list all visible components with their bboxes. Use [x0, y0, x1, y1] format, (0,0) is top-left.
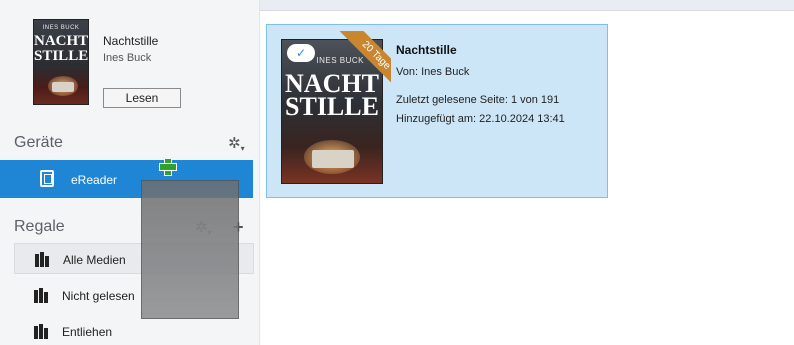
- sidebar-item-borrowed[interactable]: Entliehen: [14, 316, 254, 345]
- drag-add-icon: [159, 158, 177, 176]
- current-book-author: Ines Buck: [103, 52, 152, 64]
- loan-days-text: 20 Tage: [339, 31, 391, 92]
- bookshelf-icon: [35, 252, 51, 267]
- cover-author-text: INES BUCK: [42, 25, 80, 31]
- devices-settings-icon[interactable]: ✲▾: [228, 134, 245, 153]
- book-author: Von: Ines Buck: [396, 66, 470, 78]
- book-title: Nachtstille: [396, 43, 457, 57]
- cover-caravan: [312, 150, 354, 168]
- sidebar-item-label: Alle Medien: [63, 253, 126, 267]
- ereader-icon: [40, 170, 54, 187]
- sidebar-item-label: Entliehen: [62, 325, 113, 339]
- shelves-heading: Regale: [14, 218, 65, 235]
- read-button[interactable]: Lesen: [103, 88, 181, 108]
- current-book-title: Nachtstille: [103, 34, 159, 48]
- drag-preview: [141, 180, 239, 319]
- book-last-page: Zuletzt gelesene Seite: 1 von 191: [396, 94, 560, 106]
- devices-heading: Geräte: [14, 134, 63, 151]
- loan-days-badge: 20 Tage: [321, 31, 391, 101]
- sidebar-item-label: eReader: [71, 173, 118, 187]
- cloud-check-icon: ✓: [287, 44, 315, 62]
- sidebar-item-label: Nicht gelesen: [62, 289, 135, 303]
- cover-title-line2: STILLE: [34, 48, 89, 64]
- library-toolbar-strip: [260, 0, 794, 11]
- book-added-date: Hinzugefügt am: 22.10.2024 13:41: [396, 113, 565, 125]
- bookshelf-icon: [34, 324, 50, 339]
- bookshelf-icon: [34, 288, 50, 303]
- cover-caravan: [52, 82, 74, 92]
- cover-title-line1: NACHT: [34, 33, 89, 49]
- current-book-cover[interactable]: INES BUCK NACHT STILLE: [33, 19, 89, 105]
